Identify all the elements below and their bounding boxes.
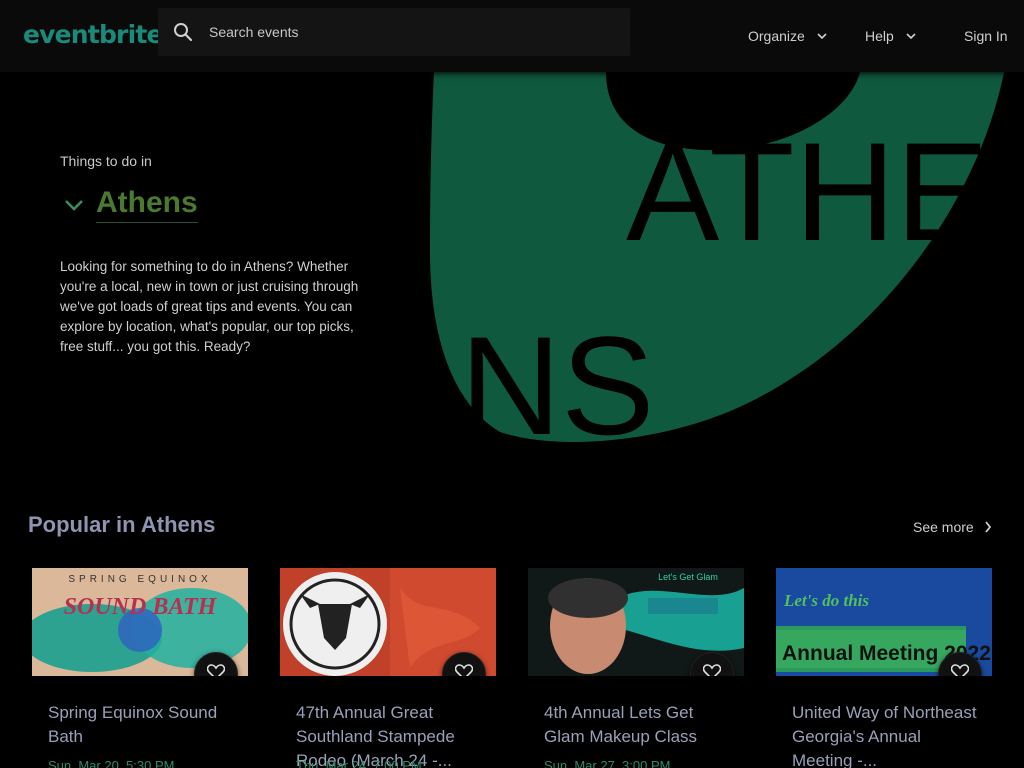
- help-label: Help: [865, 28, 894, 44]
- organize-menu[interactable]: Organize: [748, 27, 827, 44]
- event-thumbnail[interactable]: SPRING EQUINOX SOUND BATH: [32, 568, 248, 676]
- chevron-down-icon: [64, 198, 84, 217]
- event-card[interactable]: 47th Annual Great Southland Stampede Rod…: [280, 568, 496, 768]
- svg-text:SOUND BATH: SOUND BATH: [64, 594, 218, 620]
- see-more-link[interactable]: See more: [913, 519, 992, 536]
- event-card[interactable]: SPRING EQUINOX SOUND BATH Spring Equinox…: [32, 568, 248, 768]
- event-title[interactable]: United Way of Northeast Georgia's Annual…: [792, 701, 982, 768]
- event-title[interactable]: 4th Annual Lets Get Glam Makeup Class: [544, 701, 734, 749]
- organize-label: Organize: [748, 28, 805, 44]
- event-date: Sun, Mar 20, 5:30 PM: [48, 758, 175, 768]
- sign-in-link[interactable]: Sign In: [964, 28, 1008, 44]
- event-thumbnail[interactable]: Let's Get Glam: [528, 568, 744, 676]
- hero-illustration: ATHE NS: [420, 72, 1024, 452]
- hero-eyebrow: Things to do in: [60, 153, 152, 169]
- chevron-down-icon: [817, 27, 827, 43]
- svg-text:SPRING EQUINOX: SPRING EQUINOX: [68, 574, 211, 585]
- heart-icon: [454, 663, 474, 676]
- event-date: Sun, Mar 27, 3:00 PM: [544, 758, 671, 768]
- see-more-label: See more: [913, 519, 974, 535]
- search-bar[interactable]: Search events: [158, 8, 630, 56]
- hero-description: Looking for something to do in Athens? W…: [60, 259, 359, 354]
- event-date: Thu, Mar 24, 7:00 PM: [296, 758, 422, 768]
- heart-icon: [950, 663, 970, 676]
- heart-icon: [702, 663, 722, 676]
- city-name[interactable]: Athens: [96, 186, 198, 223]
- event-card[interactable]: Let's do this Annual Meeting 2022 United…: [776, 568, 992, 768]
- search-input[interactable]: Search events: [209, 24, 299, 40]
- event-card[interactable]: Let's Get Glam 4th Annual Lets Get Glam …: [528, 568, 744, 768]
- event-title[interactable]: Spring Equinox Sound Bath: [48, 701, 238, 749]
- top-navigation-bar: eventbrite Search events Organize Help S…: [0, 0, 1024, 72]
- hero-art-text-2: NS: [460, 307, 654, 452]
- section-title: Popular in Athens: [28, 512, 216, 537]
- event-thumbnail[interactable]: [280, 568, 496, 676]
- heart-icon: [206, 663, 226, 676]
- hero-art-text-1: ATHE: [626, 113, 989, 270]
- svg-text:Let's do this: Let's do this: [783, 591, 869, 610]
- search-icon: [172, 21, 194, 48]
- event-thumbnail[interactable]: Let's do this Annual Meeting 2022: [776, 568, 992, 676]
- help-menu[interactable]: Help: [865, 27, 916, 44]
- chevron-right-icon: [984, 520, 992, 536]
- chevron-down-icon: [906, 27, 916, 43]
- eventbrite-logo[interactable]: eventbrite: [23, 20, 163, 49]
- svg-text:Let's Get Glam: Let's Get Glam: [658, 572, 718, 582]
